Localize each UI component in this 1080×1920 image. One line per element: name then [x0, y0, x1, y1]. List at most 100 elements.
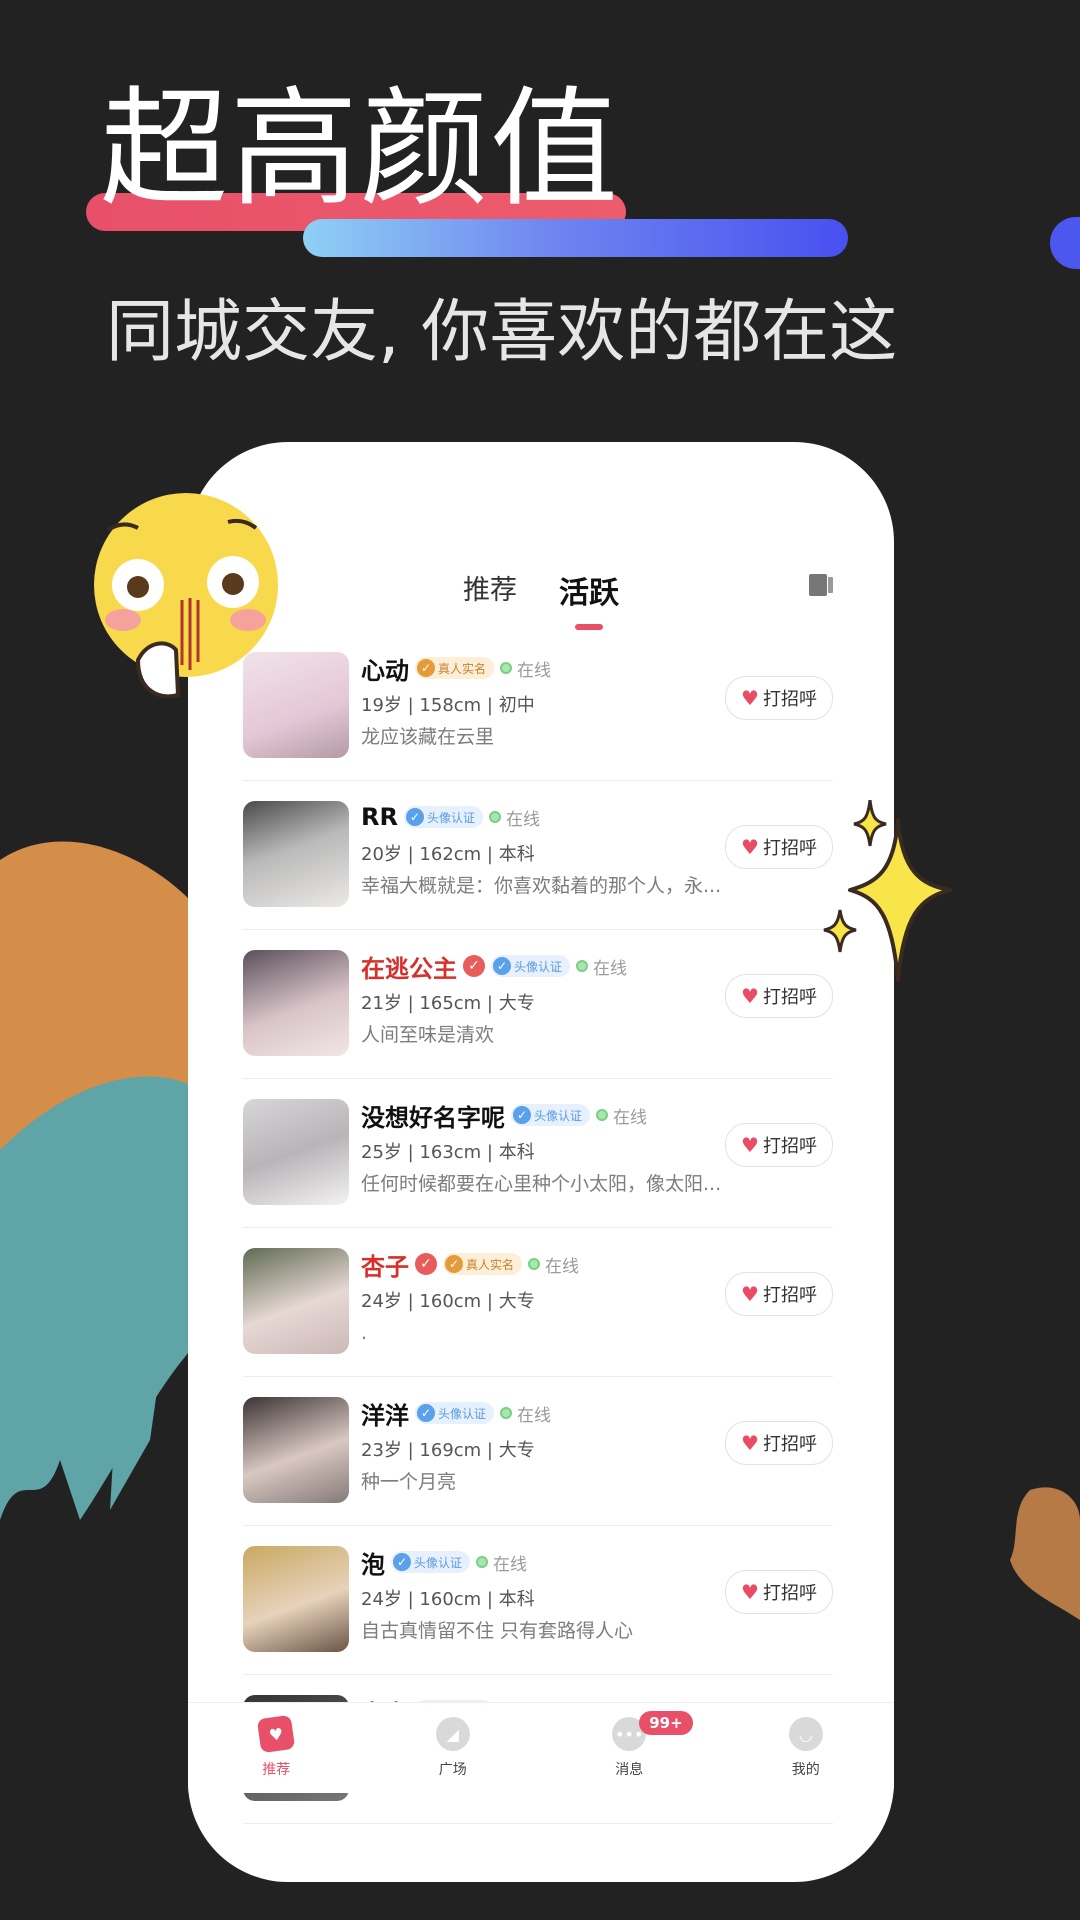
- user-name: 没想好名字呢: [361, 1103, 505, 1132]
- user-bio: 自古真情留不住 只有套路得人心: [361, 1620, 634, 1642]
- unread-badge: 99+: [639, 1711, 693, 1735]
- user-bio: 龙应该藏在云里: [361, 726, 495, 748]
- greet-button[interactable]: ♥ 打招呼: [725, 676, 833, 720]
- online-status-label: 在线: [593, 958, 628, 979]
- decorative-blue-dot: [1050, 217, 1080, 269]
- online-dot-icon: [528, 1258, 541, 1270]
- verify-badge: ✓ 头像认证: [403, 806, 483, 828]
- promo-subline: 同城交友, 你喜欢的都在这: [106, 293, 898, 372]
- nav-label: 广场: [438, 1762, 467, 1778]
- online-status: 在线: [476, 1550, 527, 1575]
- avatar[interactable]: [243, 1546, 349, 1652]
- greet-button[interactable]: ♥ 打招呼: [725, 1272, 833, 1316]
- nav-label: 我的: [791, 1762, 820, 1778]
- shield-check-icon: ✓: [445, 1255, 463, 1273]
- user-row[interactable]: 洋洋 ✓ 头像认证 在线 23岁 | 169cm | 大专 种一个月亮 ♥ 打招…: [243, 1377, 833, 1526]
- avatar[interactable]: [243, 801, 349, 907]
- headline-underline-blue: [303, 219, 848, 257]
- nav-label: 推荐: [262, 1762, 291, 1778]
- nav-item-recommend[interactable]: ♥ 推荐: [188, 1703, 365, 1793]
- greet-button[interactable]: ♥ 打招呼: [725, 1570, 833, 1614]
- greet-button[interactable]: ♥ 打招呼: [725, 1123, 833, 1167]
- online-status: 在线: [576, 954, 627, 979]
- user-name: 心动: [361, 656, 409, 685]
- greet-button[interactable]: ♥ 打招呼: [725, 825, 833, 869]
- user-name: 泡: [361, 1550, 385, 1579]
- shield-check-icon: ✓: [513, 1106, 531, 1124]
- nav-label: 消息: [615, 1762, 644, 1778]
- online-status-label: 在线: [517, 660, 552, 681]
- nav-item-profile[interactable]: ◡ 我的: [718, 1703, 895, 1793]
- shield-check-icon: ✓: [417, 1404, 435, 1422]
- shield-check-icon: ✓: [393, 1553, 411, 1571]
- user-row[interactable]: 在逃公主 ✓ ✓ 头像认证 在线 21岁 | 165cm | 大专 人间至味是清…: [243, 930, 833, 1079]
- user-row[interactable]: RR ✓ 头像认证 在线 20岁 | 162cm | 本科 幸福大概就是：你喜欢…: [243, 781, 833, 930]
- greet-button[interactable]: ♥ 打招呼: [725, 1421, 833, 1465]
- user-name: 洋洋: [361, 1401, 409, 1430]
- online-status-label: 在线: [517, 1405, 552, 1426]
- user-list: 心动 ✓ 真人实名 在线 19岁 | 158cm | 初中 龙应该藏在云里 ♥ …: [243, 632, 833, 1824]
- greet-button-label: 打招呼: [762, 1285, 817, 1306]
- greet-button-label: 打招呼: [762, 1136, 817, 1157]
- brush-stroke-decoration-right: [1010, 1487, 1080, 1620]
- online-dot-icon: [476, 1556, 489, 1568]
- shield-check-icon: ✓: [493, 957, 511, 975]
- verify-badge: ✓ 头像认证: [391, 1551, 471, 1573]
- heart-icon: ♥: [741, 1133, 759, 1157]
- online-status-label: 在线: [493, 1554, 528, 1575]
- user-row[interactable]: 杏子 ✓ ✓ 真人实名 在线 24岁 | 160cm | 大专 . ♥ 打招呼: [243, 1228, 833, 1377]
- online-status-label: 在线: [545, 1256, 580, 1277]
- filter-icon[interactable]: [806, 570, 836, 600]
- online-dot-icon: [500, 662, 513, 674]
- user-name: 杏子: [361, 1252, 409, 1281]
- online-status: 在线: [500, 1401, 551, 1426]
- avatar[interactable]: [243, 950, 349, 1056]
- greet-button[interactable]: ♥ 打招呼: [725, 974, 833, 1018]
- tab-recommend[interactable]: 推荐: [459, 562, 521, 622]
- verify-badge-label: 头像认证: [534, 1108, 583, 1123]
- user-row[interactable]: 泡 ✓ 头像认证 在线 24岁 | 160cm | 本科 自古真情留不住 只有套…: [243, 1526, 833, 1675]
- avatar[interactable]: [243, 1099, 349, 1205]
- user-row[interactable]: 心动 ✓ 真人实名 在线 19岁 | 158cm | 初中 龙应该藏在云里 ♥ …: [243, 632, 833, 781]
- user-bio: 任何时候都要在心里种个小太阳，像太阳...: [361, 1173, 722, 1195]
- online-dot-icon: [576, 960, 589, 972]
- online-status-label: 在线: [613, 1107, 648, 1128]
- avatar[interactable]: [243, 1248, 349, 1354]
- online-status: 在线: [596, 1103, 647, 1128]
- bottom-nav: ♥ 推荐 ◢ 广场 ••• 消息 99+ ◡ 我的: [188, 1702, 894, 1793]
- verify-badge-label: 真人实名: [466, 1257, 515, 1272]
- nav-item-messages[interactable]: ••• 消息 99+: [541, 1703, 718, 1793]
- avatar[interactable]: [243, 1397, 349, 1503]
- online-status-label: 在线: [505, 809, 540, 830]
- tab-active[interactable]: 活跃: [555, 562, 623, 630]
- nav-item-square[interactable]: ◢ 广场: [365, 1703, 542, 1793]
- heart-icon: ♥: [741, 984, 759, 1008]
- online-dot-icon: [500, 1407, 513, 1419]
- user-bio: 幸福大概就是：你喜欢黏着的那个人，永...: [361, 875, 722, 897]
- verify-badge-label: 头像认证: [426, 810, 475, 825]
- greet-button-label: 打招呼: [762, 838, 817, 859]
- greet-button-label: 打招呼: [762, 689, 817, 710]
- user-row[interactable]: 没想好名字呢 ✓ 头像认证 在线 25岁 | 163cm | 本科 任何时候都要…: [243, 1079, 833, 1228]
- verify-badge-label: 头像认证: [438, 1406, 487, 1421]
- heart-icon: ♥: [741, 1580, 759, 1604]
- verify-badge: ✓ 头像认证: [511, 1104, 591, 1126]
- heart-cards-icon: ♥: [257, 1714, 296, 1754]
- greet-button-label: 打招呼: [762, 1434, 817, 1455]
- compass-icon: ◢: [435, 1717, 470, 1751]
- online-status: 在线: [488, 805, 540, 830]
- verify-badge: ✓ 真人实名: [443, 1253, 523, 1275]
- sparkle-sticker: [823, 800, 952, 982]
- vip-icon: ✓: [463, 955, 485, 977]
- shield-check-icon: ✓: [405, 808, 424, 826]
- heart-icon: ♥: [741, 1431, 759, 1455]
- verify-badge-label: 头像认证: [414, 1555, 463, 1570]
- verify-badge: ✓ 头像认证: [415, 1402, 495, 1424]
- verify-badge: ✓ 真人实名: [415, 657, 495, 679]
- brush-stroke-decoration: [0, 841, 200, 1520]
- verify-badge: ✓ 头像认证: [491, 955, 571, 977]
- vip-icon: ✓: [415, 1253, 437, 1275]
- online-status: 在线: [528, 1252, 579, 1277]
- user-name: RR: [361, 803, 398, 831]
- online-dot-icon: [596, 1109, 609, 1121]
